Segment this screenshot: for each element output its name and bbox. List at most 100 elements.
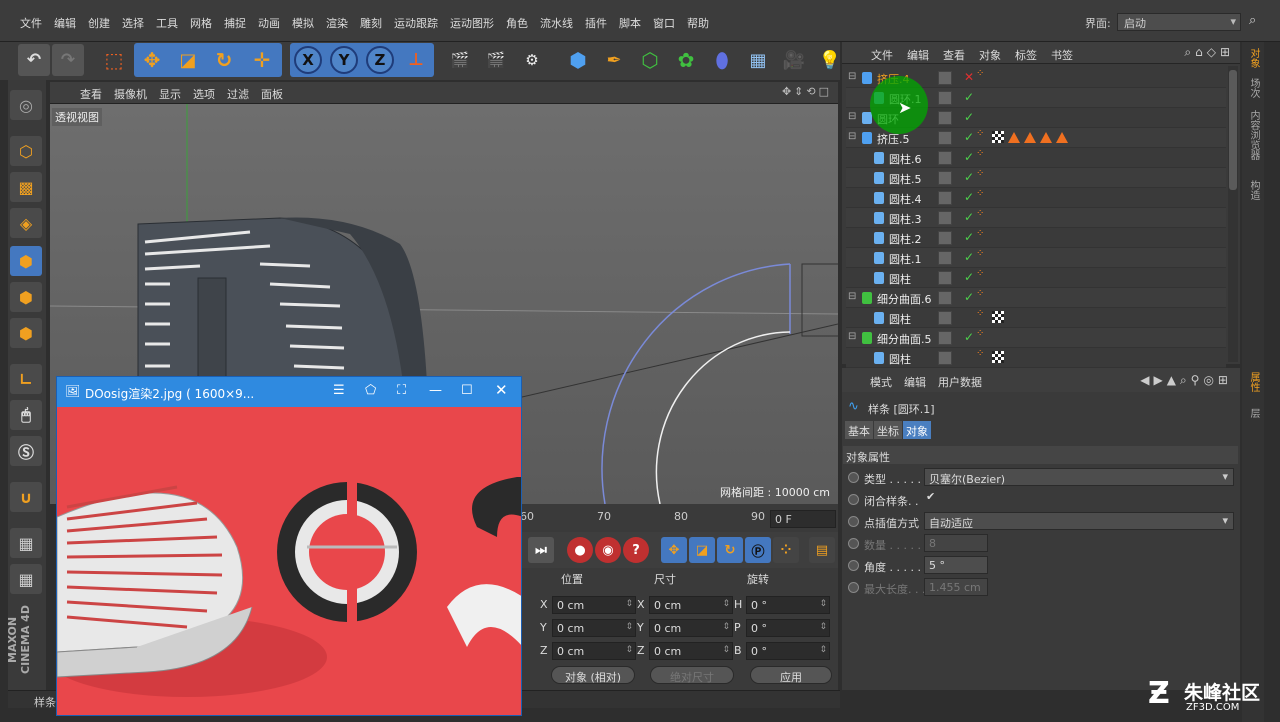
phong-tag-icon[interactable]: ⁘ bbox=[976, 189, 988, 204]
layout-select[interactable]: 启动 bbox=[1117, 13, 1241, 31]
enabled-check-icon[interactable]: ✓ bbox=[964, 190, 974, 204]
object-menu-item-0[interactable]: 文件 bbox=[864, 47, 900, 63]
side-tab-2[interactable]: 内容浏览器 bbox=[1246, 110, 1261, 160]
move-tool-icon[interactable]: ✥ bbox=[136, 44, 168, 76]
layer-swatch[interactable] bbox=[938, 151, 952, 165]
rot-field-h[interactable]: 0 ° bbox=[746, 596, 830, 614]
object-name[interactable]: 圆柱 bbox=[889, 351, 911, 367]
tab-coordinates[interactable]: 坐标 bbox=[874, 421, 902, 439]
object-menu-item-4[interactable]: 标签 bbox=[1008, 47, 1044, 63]
render-picture-viewer-icon[interactable]: 🎬 bbox=[480, 44, 512, 76]
object-manager-toolbar-icons[interactable]: ⌕⌂◇⊞ bbox=[1184, 45, 1234, 60]
size-field-x[interactable]: 0 cm bbox=[649, 596, 733, 614]
redo-button[interactable]: ↷ bbox=[52, 44, 84, 76]
mograph-cloner-icon[interactable]: ✿ bbox=[670, 44, 702, 76]
phong-tag-icon[interactable]: ⁘ bbox=[976, 169, 988, 184]
y-axis-lock-icon[interactable]: Y bbox=[330, 46, 358, 74]
pen-spline-icon[interactable]: ✒ bbox=[598, 44, 630, 76]
enabled-check-icon[interactable]: ✓ bbox=[964, 150, 974, 164]
transform-tool-icon[interactable]: ✛ bbox=[246, 44, 278, 76]
record-keyframe-icon[interactable]: ● bbox=[567, 537, 593, 563]
object-row[interactable]: 圆柱.5 ✓ ⁘ bbox=[846, 168, 1226, 188]
texture-mode-icon[interactable]: ▩ bbox=[10, 172, 42, 202]
expand-toggle-icon[interactable]: ⊟ bbox=[848, 111, 856, 122]
animate-radio-icon[interactable] bbox=[848, 516, 859, 527]
attribute-nav-icons[interactable]: ◀▶▲⌕⚲◎⊞ bbox=[1140, 373, 1232, 388]
menu-item-4[interactable]: 工具 bbox=[150, 15, 184, 31]
material-tag-icon[interactable] bbox=[992, 311, 1004, 323]
coordinate-system-icon[interactable]: ⊥ bbox=[400, 44, 432, 76]
pos-field-x[interactable]: 0 cm bbox=[552, 596, 636, 614]
close-icon[interactable]: ✕ bbox=[495, 381, 508, 399]
object-row[interactable]: 圆柱.3 ✓ ⁘ bbox=[846, 208, 1226, 228]
animate-radio-icon[interactable] bbox=[848, 538, 859, 549]
coordinate-mode-select[interactable]: 对象 (相对) bbox=[551, 666, 635, 684]
layer-swatch[interactable] bbox=[938, 351, 952, 365]
menu-item-18[interactable]: 帮助 bbox=[681, 15, 715, 31]
magnet-icon[interactable]: ∪ bbox=[10, 482, 42, 512]
side-tab-1[interactable]: 场次 bbox=[1246, 78, 1261, 98]
expand-toggle-icon[interactable]: ⊟ bbox=[848, 131, 856, 142]
object-name[interactable]: 圆柱.3 bbox=[889, 211, 922, 227]
attribute-menu-item-0[interactable]: 模式 bbox=[864, 374, 898, 390]
side-tab-4[interactable]: 属性 bbox=[1246, 372, 1261, 392]
object-name[interactable]: 细分曲面.6 bbox=[877, 291, 932, 307]
undo-button[interactable]: ↶ bbox=[18, 44, 50, 76]
key-scale-icon[interactable]: ◪ bbox=[689, 537, 715, 563]
object-name[interactable]: 圆柱 bbox=[889, 271, 911, 287]
selection-tag-icon[interactable] bbox=[1056, 131, 1068, 143]
animate-radio-icon[interactable] bbox=[848, 582, 859, 593]
maximize-icon[interactable]: ☐ bbox=[461, 383, 473, 398]
enabled-check-icon[interactable]: ✓ bbox=[964, 270, 974, 284]
material-tag-icon[interactable] bbox=[992, 131, 1004, 143]
workplane-icon[interactable]: ◈ bbox=[10, 208, 42, 238]
floor-icon[interactable]: ▦ bbox=[742, 44, 774, 76]
object-name[interactable]: 圆柱.6 bbox=[889, 151, 922, 167]
axis-mode-icon[interactable]: ∟ bbox=[10, 364, 42, 394]
object-row[interactable]: ⊟ 细分曲面.6 ✓ ⁘ bbox=[846, 288, 1226, 308]
phong-tag-icon[interactable]: ⁘ bbox=[976, 209, 988, 224]
viewport-menu-item-2[interactable]: 显示 bbox=[153, 86, 187, 102]
menu-item-16[interactable]: 脚本 bbox=[613, 15, 647, 31]
tab-object[interactable]: 对象 bbox=[903, 421, 931, 439]
object-row[interactable]: 圆柱.4 ✓ ⁘ bbox=[846, 188, 1226, 208]
cube-icon[interactable]: ⬢ bbox=[562, 44, 594, 76]
viewport-menu-item-3[interactable]: 选项 bbox=[187, 86, 221, 102]
polygons-mode-icon[interactable]: ⬢ bbox=[10, 318, 42, 348]
layer-swatch[interactable] bbox=[938, 71, 952, 85]
phong-tag-icon[interactable]: ⁘ bbox=[976, 289, 988, 304]
menu-item-0[interactable]: 文件 bbox=[14, 15, 48, 31]
layer-swatch[interactable] bbox=[938, 251, 952, 265]
phong-tag-icon[interactable]: ⁘ bbox=[976, 249, 988, 264]
object-row[interactable]: 圆柱.6 ✓ ⁘ bbox=[846, 148, 1226, 168]
menu-item-2[interactable]: 创建 bbox=[82, 15, 116, 31]
object-name[interactable]: 圆柱.2 bbox=[889, 231, 922, 247]
side-tab-0[interactable]: 对象 bbox=[1246, 48, 1261, 68]
object-menu-item-1[interactable]: 编辑 bbox=[900, 47, 936, 63]
phong-tag-icon[interactable]: ⁘ bbox=[976, 309, 988, 324]
menu-icon[interactable]: ☰ bbox=[333, 383, 345, 398]
timeline-window-icon[interactable]: ▤ bbox=[809, 537, 835, 563]
menu-item-14[interactable]: 流水线 bbox=[534, 15, 579, 31]
object-menu-item-3[interactable]: 对象 bbox=[972, 47, 1008, 63]
image-viewer-titlebar[interactable]: 🖼 DOosig渲染2.jpg ( 1600×9... ☰ ⬠ ⛶ — ☐ ✕ bbox=[57, 377, 521, 407]
rot-field-b[interactable]: 0 ° bbox=[746, 642, 830, 660]
side-tab-5[interactable]: 层 bbox=[1246, 408, 1261, 418]
selection-tag-icon[interactable] bbox=[1024, 131, 1036, 143]
menu-item-6[interactable]: 捕捉 bbox=[218, 15, 252, 31]
enabled-check-icon[interactable]: ✓ bbox=[964, 290, 974, 304]
layer-swatch[interactable] bbox=[938, 271, 952, 285]
animate-radio-icon[interactable] bbox=[848, 472, 859, 483]
lock-workplane-icon[interactable]: ▦ bbox=[10, 528, 42, 558]
phong-tag-icon[interactable]: ⁘ bbox=[976, 69, 988, 84]
model-mode-icon[interactable]: ⬡ bbox=[10, 136, 42, 166]
camera-icon[interactable]: 🎥 bbox=[778, 44, 810, 76]
disabled-icon[interactable]: ✕ bbox=[964, 70, 974, 84]
phong-tag-icon[interactable]: ⁘ bbox=[976, 229, 988, 244]
key-parameter-icon[interactable]: Ⓟ bbox=[745, 537, 771, 563]
menu-item-13[interactable]: 角色 bbox=[500, 15, 534, 31]
object-row[interactable]: 圆柱 ⁘ bbox=[846, 308, 1226, 328]
render-view-icon[interactable]: 🎬 bbox=[444, 44, 476, 76]
search-icon[interactable]: ⌕ bbox=[1249, 13, 1256, 28]
object-name[interactable]: 圆柱.5 bbox=[889, 171, 922, 187]
